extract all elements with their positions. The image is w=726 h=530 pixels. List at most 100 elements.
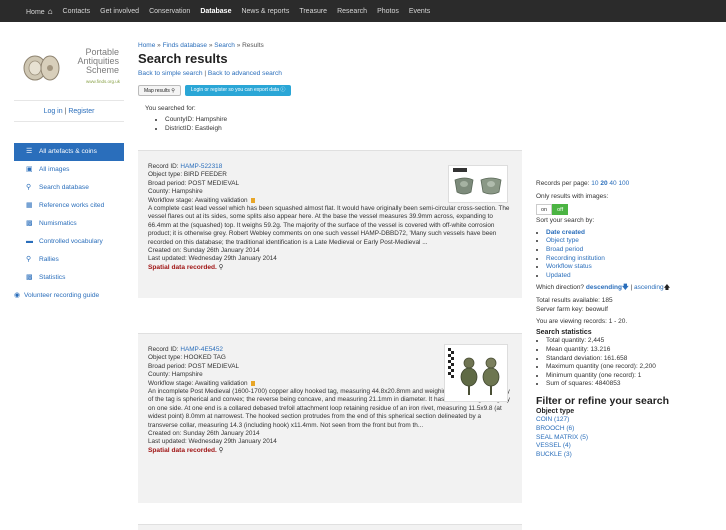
chart-icon: ▩ [26,274,33,281]
statistic-item: Minimum quantity (one record): 1 [546,372,706,381]
nav-research[interactable]: Research [337,8,367,15]
eye-icon: ◉ [14,292,21,299]
server-farm-key: Server farm key: beowulf [536,305,608,313]
record-created: Created on: Sunday 26th January 2014 [148,430,260,438]
sidebar-item-label: Controlled vocabulary [39,238,103,245]
breadcrumb-home[interactable]: Home [138,42,155,49]
login-link[interactable]: Log in [44,108,63,115]
per-page-option[interactable]: 10 [591,180,598,187]
top-navigation: Home ⌂ Contacts Get involved Conservation… [0,0,726,22]
object-type-filter[interactable]: VESSEL (4) [536,442,706,451]
record-id-link[interactable]: HAMP-4E5452 [180,346,223,353]
back-to-simple-search-link[interactable]: Back to simple search [138,70,203,77]
sidebar-item-search-database[interactable]: ⚲ Search database [14,179,124,197]
sidebar-item-label: Statistics [39,274,66,281]
object-type-heading: Object type [536,407,575,415]
sidebar-item-numismatics[interactable]: ▩ Numismatics [14,215,124,233]
image-icon: ▣ [26,166,33,173]
workflow-flag-icon [250,380,255,386]
logo-url: www.finds.org.uk [85,79,120,84]
record-thumbnail[interactable] [448,165,508,203]
sidebar-item-label: All images [39,166,70,173]
map-marker-icon: ⚲ [218,446,224,454]
results-options-panel: Records per page: 10 20 40 100 Only resu… [536,180,706,459]
sort-option-label: Broad period [546,245,584,253]
register-link[interactable]: Register [68,108,94,115]
record-id-label: Record ID: [148,163,181,170]
sort-option[interactable]: Broad period [546,246,706,255]
images-only-toggle[interactable]: on off [536,204,569,216]
toggle-off[interactable]: off [552,204,569,216]
sort-option-label: Date created [546,228,586,236]
per-page-option[interactable]: 20 [600,180,607,187]
record-id-label: Record ID: [148,346,181,353]
export-data-button[interactable]: Login or register so you can export data… [184,85,292,96]
sidebar-item-volunteer-guide[interactable]: ◉ Volunteer recording guide [14,287,124,313]
statistic-item: Standard deviation: 161.658 [546,355,706,364]
nav-events[interactable]: Events [409,8,430,15]
arrow-down-icon: 🡇 [622,284,629,292]
site-logo[interactable]: Portable Antiquities Scheme www.finds.or… [22,48,120,88]
descending-label: descending [585,284,622,292]
record-updated: Last updated: Wednesday 29th January 201… [148,255,277,263]
book-icon: ▦ [26,202,33,209]
sidebar-item-statistics[interactable]: ▩ Statistics [14,269,124,287]
sort-label: Sort your search by: [536,217,595,225]
export-data-label: Login or register so you can export data [190,87,280,93]
search-result-record: Record ID: HAMP-4E5452 Object type: HOOK… [138,333,522,503]
searched-for-label: You searched for: [145,105,196,112]
back-links: Back to simple search | Back to advanced… [138,70,526,77]
sidebar-item-all-images[interactable]: ▣ All images [14,161,124,179]
nav-get-involved[interactable]: Get involved [100,8,139,15]
sidebar-item-all-artefacts[interactable]: ☰ All artefacts & coins [14,143,124,161]
sidebar-item-label: Reference works cited [39,202,105,209]
arrow-up-icon: 🡅 [663,284,671,292]
per-page-option[interactable]: 100 [618,180,629,187]
nav-home[interactable]: Home ⌂ [26,7,53,16]
record-id-link[interactable]: HAMP-522318 [180,163,222,170]
object-type-filter[interactable]: COIN (127) [536,416,706,425]
sort-option[interactable]: Date created [546,229,706,238]
nav-treasure[interactable]: Treasure [299,8,327,15]
spatial-data-label: Spatial data recorded. [148,263,217,271]
nav-contacts[interactable]: Contacts [63,8,91,15]
object-type-filter[interactable]: BROOCH (6) [536,425,706,434]
sidebar-item-controlled-vocabulary[interactable]: ▬ Controlled vocabulary [14,233,124,251]
map-results-button[interactable]: Map results ⚲ [138,85,181,96]
nav-conservation[interactable]: Conservation [149,8,190,15]
breadcrumb-finds-database[interactable]: Finds database [163,42,207,49]
per-page-option[interactable]: 40 [609,180,616,187]
nav-database[interactable]: Database [200,8,231,15]
sort-option-label: Recording institution [546,254,605,262]
bird-feeder-image [449,166,507,202]
sort-option[interactable]: Recording institution [546,255,706,264]
descending-link[interactable]: descending🡇 [586,284,629,291]
sidebar-item-reference-works[interactable]: ▦ Reference works cited [14,197,124,215]
nav-news-reports[interactable]: News & reports [241,8,289,15]
search-criteria-list: CountyID: Hampshire DistrictID: Eastleig… [165,115,526,133]
page-title: Search results [138,51,228,66]
breadcrumb: Home » Finds database » Search » Results [138,42,526,49]
map-results-label: Map results [144,88,170,94]
sort-option[interactable]: Updated [546,272,706,281]
breadcrumb-search[interactable]: Search [214,42,235,49]
record-thumbnail[interactable] [444,344,508,402]
sidebar-item-label: Rallies [39,256,59,263]
back-to-advanced-search-link[interactable]: Back to advanced search [208,70,282,77]
object-type-filter[interactable]: BUCKLE (3) [536,451,706,460]
sort-option[interactable]: Object type [546,237,706,246]
sort-option-label: Object type [546,237,579,245]
list-icon: ☰ [26,148,33,155]
sort-option[interactable]: Workflow status [546,263,706,272]
viewing-records: You are viewing records: 1 - 20. [536,318,628,326]
toggle-on[interactable]: on [536,204,553,216]
sort-direction: Which direction? descending🡇 | ascending… [536,284,671,292]
nav-photos[interactable]: Photos [377,8,399,15]
ascending-link[interactable]: ascending🡅 [634,284,670,291]
sidebar-item-rallies[interactable]: ⚲ Rallies [14,251,124,269]
record-updated: Last updated: Wednesday 29th January 201… [148,438,277,446]
login-register-box: Log in | Register [14,100,124,122]
main-content: Home » Finds database » Search » Results… [138,42,526,133]
logo-line-3: Scheme [85,65,119,75]
object-type-filter[interactable]: SEAL MATRIX (5) [536,434,706,443]
